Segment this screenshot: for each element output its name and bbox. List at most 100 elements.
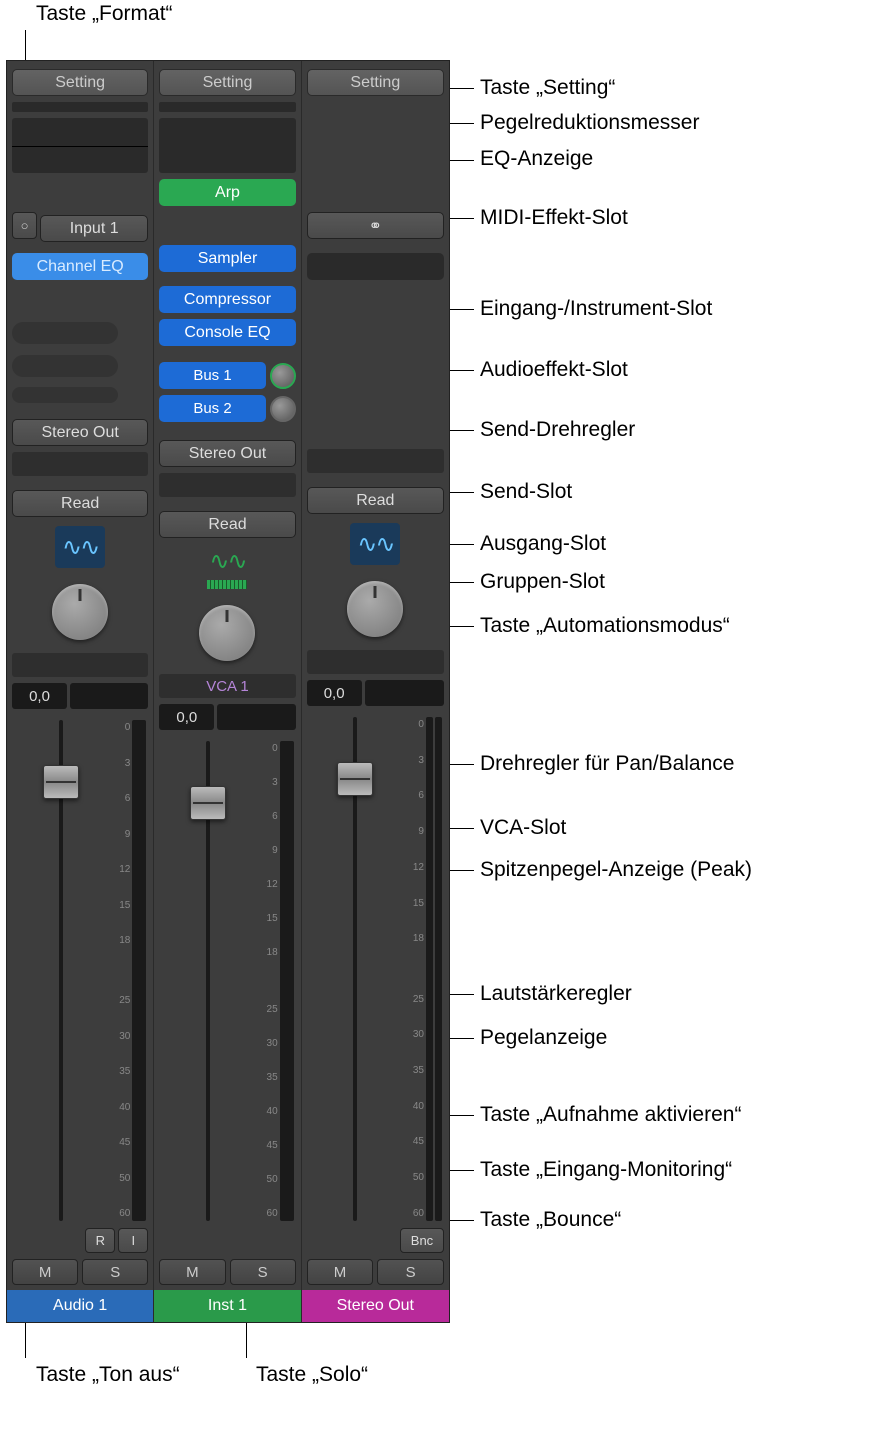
callout-peak: Spitzenpegel-Anzeige (Peak) [480,858,752,882]
level-meter-left [426,717,433,1221]
waveform-icon: ∿∿ [357,530,393,559]
channel-name[interactable]: Stereo Out [302,1290,449,1322]
send-slot-empty[interactable] [12,355,118,377]
pan-knob[interactable] [199,605,255,661]
bounce-button[interactable]: Bnc [400,1228,444,1253]
fader-scale: 036912151825303540455060 [258,741,278,1221]
fader-cap[interactable] [190,786,226,820]
peak-meter [365,680,444,706]
volume-fader[interactable] [206,741,210,1221]
keyboard-icon [207,580,247,589]
peak-display[interactable]: 0,0 [159,704,214,730]
send-slot-empty[interactable] [12,387,118,403]
input-slot[interactable]: Input 1 [40,215,148,242]
track-type-icon: ∿∿ [202,547,252,589]
input-monitoring-button[interactable]: I [118,1228,148,1253]
send-knob[interactable] [270,363,296,389]
callout-gain: Pegelreduktionsmesser [480,111,699,135]
send-slot[interactable]: Bus 1 [159,362,265,389]
callout-group: Gruppen-Slot [480,570,605,594]
automation-mode-button[interactable]: Read [307,487,444,514]
level-meter [132,720,146,1221]
output-slot[interactable]: Stereo Out [159,440,295,467]
mute-button[interactable]: M [12,1259,78,1285]
output-slot[interactable]: Stereo Out [12,419,148,446]
send-slot-empty[interactable] [12,322,118,344]
midi-fx-slot[interactable]: Arp [159,179,295,206]
channel-name[interactable]: Inst 1 [154,1290,300,1322]
volume-fader[interactable] [353,717,357,1221]
record-enable-button[interactable]: R [85,1228,115,1253]
setting-button[interactable]: Setting [159,69,295,96]
audio-fx-slot-empty[interactable] [307,253,444,280]
audio-fx-slot[interactable]: Compressor [159,286,295,313]
callout-eq: EQ-Anzeige [480,147,593,171]
automation-mode-button[interactable]: Read [159,511,295,538]
send-slot[interactable]: Bus 2 [159,395,265,422]
instrument-slot[interactable]: Sampler [159,245,295,272]
mute-button[interactable]: M [159,1259,225,1285]
fader-scale: 036912151825303540455060 [404,717,424,1221]
peak-meter [70,683,148,709]
mute-button[interactable]: M [307,1259,374,1285]
callout-rec: Taste „Aufnahme aktivieren“ [480,1103,741,1127]
callout-setting: Taste „Setting“ [480,76,615,100]
balance-knob[interactable] [347,581,403,637]
audio-fx-slot[interactable]: Channel EQ [12,253,148,280]
callout-output: Ausgang-Slot [480,532,606,556]
callout-monitor: Taste „Eingang-Monitoring“ [480,1158,732,1182]
waveform-icon: ∿∿ [209,547,245,576]
eq-thumbnail[interactable] [12,118,148,173]
setting-button[interactable]: Setting [307,69,444,96]
channel-strip-output: Setting ⚭ Read ∿∿ . 0,0 0369121518253035… [302,61,449,1322]
callout-meter: Pegelanzeige [480,1026,607,1050]
track-type-icon: ∿∿ [55,526,105,568]
callout-solo: Taste „Solo“ [256,1363,368,1387]
fader-scale: 036912151825303540455060 [110,720,130,1221]
peak-display[interactable]: 0,0 [12,683,67,709]
fader-cap[interactable] [337,762,373,796]
gain-reduction-meter [12,102,148,112]
peak-display[interactable]: 0,0 [307,680,362,706]
callout-midifx: MIDI-Effekt-Slot [480,206,628,230]
vca-slot[interactable]: . [307,650,444,674]
format-button[interactable]: ○ [12,212,37,239]
channel-strip-audio: Setting ○ Input 1 Channel EQ Stereo Out … [7,61,154,1322]
fader-area: 036912151825303540455060 [307,709,444,1225]
group-slot[interactable] [307,449,444,473]
callout-automation: Taste „Automationsmodus“ [480,614,730,638]
peak-meter [217,704,295,730]
automation-mode-button[interactable]: Read [12,490,148,517]
callout-send-knob: Send-Drehregler [480,418,635,442]
callout-send-slot: Send-Slot [480,480,572,504]
audio-fx-slot[interactable]: Console EQ [159,319,295,346]
setting-button[interactable]: Setting [12,69,148,96]
solo-button[interactable]: S [82,1259,148,1285]
solo-button[interactable]: S [377,1259,444,1285]
mixer-panel: Setting ○ Input 1 Channel EQ Stereo Out … [6,60,450,1323]
volume-fader[interactable] [59,720,63,1221]
channel-name[interactable]: Audio 1 [7,1290,153,1322]
fader-area: 036912151825303540455060 [12,712,148,1225]
callout-audiofx: Audioeffekt-Slot [480,358,628,382]
group-slot[interactable] [12,452,148,476]
group-slot[interactable] [159,473,295,497]
callout-pan: Drehregler für Pan/Balance [480,752,734,776]
vca-slot[interactable]: VCA 1 [159,674,295,698]
waveform-icon: ∿∿ [62,533,98,562]
callout-vca: VCA-Slot [480,816,566,840]
callout-input: Eingang-/Instrument-Slot [480,297,712,321]
level-meter [280,741,294,1221]
fader-cap[interactable] [43,765,79,799]
callout-bounce: Taste „Bounce“ [480,1208,621,1232]
vca-slot[interactable] [12,653,148,677]
eq-thumbnail[interactable] [159,118,295,173]
send-knob[interactable] [270,396,296,422]
gain-reduction-meter [159,102,295,112]
pan-knob[interactable] [52,584,108,640]
callout-fader: Lautstärkeregler [480,982,632,1006]
callout-mute: Taste „Ton aus“ [36,1363,180,1387]
stereo-format-button[interactable]: ⚭ [307,212,444,239]
channel-strip-instrument: Setting Arp Sampler Compressor Console E… [154,61,301,1322]
solo-button[interactable]: S [230,1259,296,1285]
